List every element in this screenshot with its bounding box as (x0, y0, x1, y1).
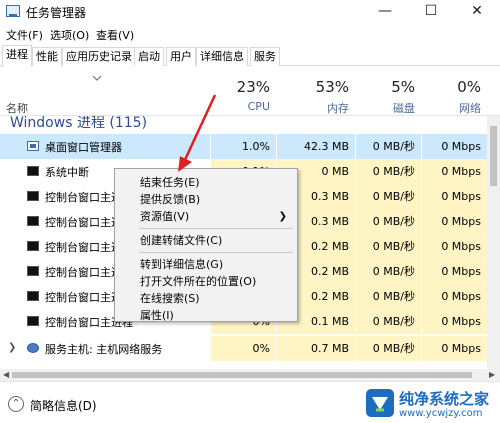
memory-value: 0.7 MB (276, 336, 355, 361)
disk-value: 0 MB/秒 (355, 309, 421, 334)
scroll-right-icon[interactable]: ▶ (489, 369, 495, 381)
memory-label: 内存 (327, 102, 349, 115)
network-value: 0 Mbps (421, 284, 487, 309)
tab-bar: 进程 性能 应用历史记录 启动 用户 详细信息 服务 (0, 44, 500, 67)
task-manager-icon (6, 5, 20, 17)
console-icon (27, 316, 39, 326)
disk-value: 0 MB/秒 (355, 284, 421, 309)
vertical-scrollbar[interactable] (487, 116, 500, 369)
network-label: 网络 (459, 102, 481, 115)
horizontal-scroll-thumb[interactable] (12, 372, 472, 378)
network-value: 0 Mbps (421, 209, 487, 234)
process-name: 系统中断 (45, 166, 89, 179)
disk-value: 0 MB/秒 (355, 259, 421, 284)
expand-chevron-icon[interactable]: ❯ (8, 342, 16, 353)
disk-value: 0 MB/秒 (355, 184, 421, 209)
disk-value: 0 MB/秒 (355, 336, 421, 361)
group-header[interactable]: Windows 进程 (115) (0, 116, 500, 134)
table-row[interactable]: 桌面窗口管理器 1.0% 42.3 MB 0 MB/秒 0 Mbps (0, 134, 500, 159)
scroll-left-icon[interactable]: ◀ (3, 369, 9, 381)
horizontal-scrollbar[interactable]: ◀ ▶ (0, 369, 500, 381)
chevron-up-icon[interactable]: ⌃ (8, 396, 24, 412)
submenu-arrow-icon: ❯ (278, 211, 287, 222)
tab-app-history[interactable]: 应用历史记录 (62, 47, 136, 66)
disk-value: 0 MB/秒 (355, 159, 421, 184)
fewer-details-link[interactable]: 简略信息(D) (30, 397, 97, 414)
tab-users[interactable]: 用户 (166, 47, 196, 66)
console-icon (27, 241, 39, 251)
watermark-text: 纯净系统之家 (399, 390, 490, 408)
menu-properties[interactable]: 属性(I) (115, 306, 297, 325)
gear-icon (27, 343, 39, 353)
network-value: 0 Mbps (421, 336, 487, 361)
process-icon (27, 166, 39, 176)
table-row[interactable]: ❯ 服务主机: 主机网络服务 0% 0.7 MB 0 MB/秒 0 Mbps (0, 336, 500, 361)
tab-startup[interactable]: 启动 (134, 47, 164, 66)
disk-value: 0 MB/秒 (355, 234, 421, 259)
process-name: 服务主机: 主机网络服务 (45, 343, 163, 356)
network-value: 0 Mbps (421, 159, 487, 184)
annotation-arrow-icon (178, 94, 217, 172)
watermark-url: www.ycwjzy.com (399, 408, 483, 419)
tab-performance[interactable]: 性能 (32, 47, 62, 66)
network-value: 0 Mbps (421, 259, 487, 284)
menu-view[interactable]: 查看(V) (96, 27, 134, 43)
disk-total: 5% (391, 78, 415, 96)
context-menu: 结束任务(E) 提供反馈(B) 资源值(V) ❯ 创建转储文件(C) 转到详细信… (114, 168, 298, 322)
column-disk[interactable]: 5% 磁盘 (355, 66, 421, 116)
memory-value: 42.3 MB (276, 134, 355, 159)
disk-value: 0 MB/秒 (355, 134, 421, 159)
menu-options[interactable]: 选项(O) (50, 27, 89, 43)
group-label: Windows 进程 (115) (10, 116, 148, 131)
network-value: 0 Mbps (421, 134, 487, 159)
console-icon (27, 291, 39, 301)
menu-separator (139, 252, 293, 253)
maximize-button[interactable]: ☐ (408, 0, 454, 24)
column-memory[interactable]: 53% 内存 (276, 66, 355, 116)
disk-value: 0 MB/秒 (355, 209, 421, 234)
tab-services[interactable]: 服务 (250, 47, 280, 66)
cpu-value: 0% (210, 336, 276, 361)
console-icon (27, 216, 39, 226)
network-total: 0% (457, 78, 481, 96)
minimize-button[interactable]: — (362, 0, 408, 24)
network-value: 0 Mbps (421, 234, 487, 259)
disk-label: 磁盘 (393, 102, 415, 115)
watermark-logo-icon (366, 389, 394, 417)
menu-resource-values-label: 资源值(V) (140, 210, 190, 223)
sort-chevron-icon[interactable] (92, 75, 102, 81)
title-bar: 任务管理器 — ☐ ✕ (0, 0, 500, 24)
close-button[interactable]: ✕ (454, 0, 500, 24)
vertical-scroll-thumb[interactable] (490, 126, 497, 186)
window-icon (27, 141, 39, 151)
column-name[interactable]: 名称 (6, 100, 28, 116)
cpu-total: 23% (236, 78, 270, 96)
cpu-label: CPU (247, 100, 270, 113)
memory-total: 53% (315, 78, 349, 96)
menu-separator (139, 228, 293, 229)
console-icon (27, 266, 39, 276)
process-name: 桌面窗口管理器 (45, 141, 122, 154)
console-icon (27, 191, 39, 201)
menu-file[interactable]: 文件(F) (6, 27, 43, 43)
tab-processes[interactable]: 进程 (2, 45, 32, 67)
tab-details[interactable]: 详细信息 (196, 47, 248, 66)
column-network[interactable]: 0% 网络 (421, 66, 487, 116)
menu-create-dump[interactable]: 创建转储文件(C) (115, 231, 297, 250)
window-title: 任务管理器 (26, 6, 87, 20)
network-value: 0 Mbps (421, 184, 487, 209)
column-header: 名称 23% CPU 53% 内存 5% 磁盘 0% 网络 (0, 66, 500, 116)
menu-bar: 文件(F) 选项(O) 查看(V) (0, 24, 500, 44)
watermark: 纯净系统之家 www.ycwjzy.com (365, 386, 500, 423)
name-cell: ❯ 服务主机: 主机网络服务 (0, 336, 210, 361)
network-value: 0 Mbps (421, 309, 487, 334)
menu-resource-values[interactable]: 资源值(V) ❯ (115, 207, 297, 226)
